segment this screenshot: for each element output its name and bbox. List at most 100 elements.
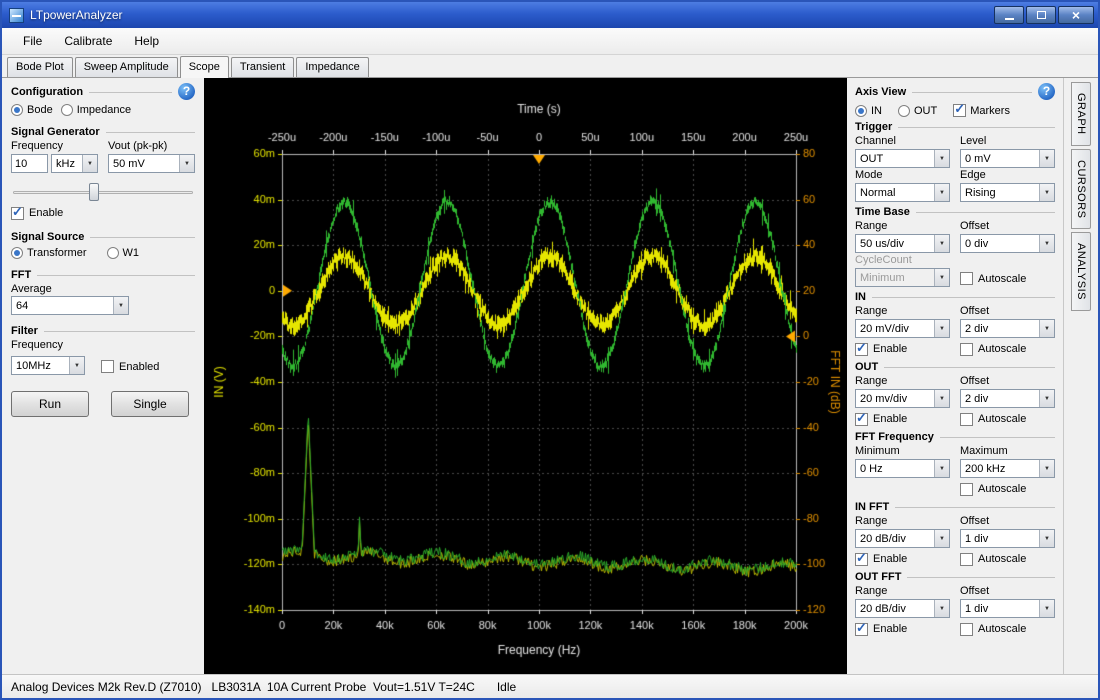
axis-out-radio[interactable] bbox=[898, 105, 910, 117]
tab-analysis[interactable]: ANALYSIS bbox=[1071, 232, 1091, 311]
scope-plot[interactable] bbox=[204, 78, 847, 674]
in-fft-enable-checkbox[interactable]: Enable bbox=[855, 551, 950, 567]
fft-maximum-select[interactable]: 200 kHz bbox=[960, 459, 1055, 478]
single-button[interactable]: Single bbox=[111, 391, 189, 417]
out-fft-title: OUT FFT bbox=[855, 571, 1055, 583]
impedance-radio[interactable] bbox=[61, 104, 73, 116]
out-enable-checkbox[interactable]: Enable bbox=[855, 411, 950, 427]
close-button[interactable] bbox=[1058, 6, 1094, 24]
status-state: Idle bbox=[497, 680, 516, 694]
menu-help[interactable]: Help bbox=[123, 30, 170, 52]
w1-label: W1 bbox=[123, 247, 140, 259]
in-autoscale-checkbox[interactable]: Autoscale bbox=[960, 341, 1055, 357]
trigger-channel-select[interactable]: OUT bbox=[855, 149, 950, 168]
in-offset-label: Offset bbox=[960, 305, 1055, 318]
markers-checkbox[interactable] bbox=[953, 104, 966, 117]
in-enable-checkbox[interactable]: Enable bbox=[855, 341, 950, 357]
chevron-down-icon bbox=[1039, 150, 1054, 167]
tab-cursors[interactable]: CURSORS bbox=[1071, 149, 1091, 230]
bode-radio[interactable] bbox=[11, 104, 23, 116]
out-fft-range-select[interactable]: 20 dB/div bbox=[855, 599, 950, 618]
out-fft-enable-checkbox[interactable]: Enable bbox=[855, 621, 950, 637]
vout-label: Vout (pk-pk) bbox=[108, 140, 195, 153]
trigger-level-select[interactable]: 0 mV bbox=[960, 149, 1055, 168]
enable-label: Enable bbox=[873, 623, 907, 635]
chevron-down-icon bbox=[1039, 600, 1054, 617]
checkbox-box[interactable] bbox=[960, 483, 973, 496]
in-offset-select[interactable]: 2 div bbox=[960, 319, 1055, 338]
signal-enable-checkbox[interactable]: Enable bbox=[11, 205, 195, 221]
tab-impedance[interactable]: Impedance bbox=[296, 57, 368, 77]
filter-enabled-checkbox[interactable]: Enabled bbox=[101, 359, 159, 375]
in-range-select[interactable]: 20 mV/div bbox=[855, 319, 950, 338]
tab-graph[interactable]: GRAPH bbox=[1071, 82, 1091, 146]
checkbox-box[interactable] bbox=[960, 413, 973, 426]
frequency-input[interactable] bbox=[11, 154, 48, 173]
signal-generator-title: Signal Generator bbox=[11, 126, 195, 138]
close-icon bbox=[1072, 8, 1080, 22]
out-fft-offset-select[interactable]: 1 div bbox=[960, 599, 1055, 618]
chevron-down-icon bbox=[1039, 320, 1054, 337]
tab-bode-plot[interactable]: Bode Plot bbox=[7, 57, 73, 77]
checkbox-box[interactable] bbox=[855, 413, 868, 426]
in-fft-offset-select[interactable]: 1 div bbox=[960, 529, 1055, 548]
fft-minimum-select[interactable]: 0 Hz bbox=[855, 459, 950, 478]
tab-transient[interactable]: Transient bbox=[231, 57, 294, 77]
menu-file[interactable]: File bbox=[12, 30, 53, 52]
tab-sweep-amplitude[interactable]: Sweep Amplitude bbox=[75, 57, 178, 77]
menu-calibrate[interactable]: Calibrate bbox=[53, 30, 123, 52]
out-range-select[interactable]: 20 mv/div bbox=[855, 389, 950, 408]
checkbox-box[interactable] bbox=[855, 343, 868, 356]
axis-out-label: OUT bbox=[914, 105, 937, 117]
in-fft-range-label: Range bbox=[855, 515, 950, 528]
checkbox-box[interactable] bbox=[11, 207, 24, 220]
filter-frequency-select[interactable]: 10MHz bbox=[11, 356, 85, 375]
bode-label: Bode bbox=[27, 104, 53, 116]
trigger-edge-select[interactable]: Rising bbox=[960, 183, 1055, 202]
w1-radio[interactable] bbox=[107, 247, 119, 259]
help-icon[interactable] bbox=[1038, 83, 1055, 100]
trigger-edge-label: Edge bbox=[960, 169, 1055, 182]
axis-in-radio[interactable] bbox=[855, 105, 867, 117]
run-button[interactable]: Run bbox=[11, 391, 89, 417]
in-fft-autoscale-checkbox[interactable]: Autoscale bbox=[960, 551, 1055, 567]
fft-average-select[interactable]: 64 bbox=[11, 296, 129, 315]
frequency-unit-select[interactable]: kHz bbox=[51, 154, 98, 173]
chevron-down-icon bbox=[82, 155, 97, 172]
vout-select[interactable]: 50 mV bbox=[108, 154, 195, 173]
timebase-range-select[interactable]: 50 us/div bbox=[855, 234, 950, 253]
window-title: LTpowerAnalyzer bbox=[30, 8, 122, 22]
checkbox-box[interactable] bbox=[960, 623, 973, 636]
enable-label: Enable bbox=[873, 413, 907, 425]
trigger-mode-select[interactable]: Normal bbox=[855, 183, 950, 202]
out-offset-select[interactable]: 2 div bbox=[960, 389, 1055, 408]
in-fft-range-select[interactable]: 20 dB/div bbox=[855, 529, 950, 548]
out-fft-autoscale-checkbox[interactable]: Autoscale bbox=[960, 621, 1055, 637]
maximize-button[interactable] bbox=[1026, 6, 1056, 24]
checkbox-box[interactable] bbox=[101, 360, 114, 373]
minimize-button[interactable] bbox=[994, 6, 1024, 24]
tab-scope[interactable]: Scope bbox=[180, 56, 229, 78]
axis-in-label: IN bbox=[871, 105, 882, 117]
checkbox-box[interactable] bbox=[960, 553, 973, 566]
scope-area bbox=[204, 78, 847, 674]
chevron-down-icon bbox=[934, 530, 949, 547]
signal-source-title: Signal Source bbox=[11, 231, 195, 243]
timebase-autoscale-checkbox[interactable]: Autoscale bbox=[960, 271, 1055, 287]
slider-thumb[interactable] bbox=[89, 183, 99, 201]
in-fft-title: IN FFT bbox=[855, 501, 1055, 513]
minimize-icon bbox=[1005, 18, 1014, 20]
checkbox-box[interactable] bbox=[960, 272, 973, 285]
timebase-offset-select[interactable]: 0 div bbox=[960, 234, 1055, 253]
cyclecount-label: CycleCount bbox=[855, 254, 950, 267]
checkbox-box[interactable] bbox=[960, 343, 973, 356]
fft-frequency-autoscale-checkbox[interactable]: Autoscale bbox=[960, 481, 1055, 497]
title-bar: LTpowerAnalyzer bbox=[2, 2, 1098, 28]
checkbox-box[interactable] bbox=[855, 623, 868, 636]
checkbox-box[interactable] bbox=[855, 553, 868, 566]
amplitude-slider[interactable] bbox=[13, 181, 193, 203]
autoscale-label: Autoscale bbox=[978, 343, 1026, 355]
help-icon[interactable] bbox=[178, 83, 195, 100]
out-autoscale-checkbox[interactable]: Autoscale bbox=[960, 411, 1055, 427]
transformer-radio[interactable] bbox=[11, 247, 23, 259]
